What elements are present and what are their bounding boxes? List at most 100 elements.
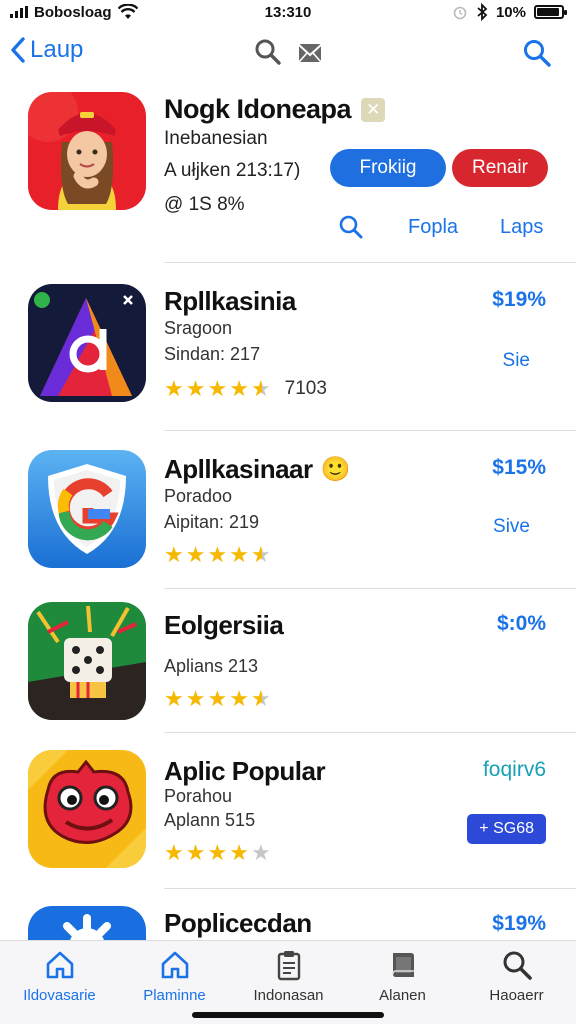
star-icon: ★: [229, 686, 249, 711]
battery-icon: [534, 5, 567, 19]
rating-stars: ★ ★ ★ ★ ★: [164, 544, 271, 566]
featured-meta: A ułjken 213:17): [164, 160, 301, 181]
app-title: Apllkasinaar 🙂: [164, 454, 351, 485]
mail-icon[interactable]: [298, 42, 322, 64]
home-indicator[interactable]: [192, 1012, 384, 1018]
rating-count: 7103: [284, 378, 327, 399]
book-icon: [391, 953, 414, 977]
divider: [164, 430, 576, 431]
tab-label: Haoaerr: [489, 987, 544, 1004]
tab-plaminne[interactable]: Plaminne: [117, 949, 232, 1004]
app-action[interactable]: Sie: [503, 350, 530, 372]
app-title-text: Eolgersiia: [164, 610, 284, 640]
star-icon: ★: [250, 542, 271, 567]
app-developer: Poradoo: [164, 486, 233, 506]
app-price[interactable]: $15%: [492, 456, 546, 480]
list-item[interactable]: Aplic Popular Porahou Aplann 515 ★ ★ ★ ★ ★ f…: [0, 748, 576, 898]
app-title-text: Apllkasinaar: [164, 454, 313, 484]
search-icon[interactable]: [338, 214, 364, 240]
app-developer: Sragoon: [164, 318, 233, 338]
search-icon[interactable]: [254, 38, 282, 66]
blue-gear-icon: [28, 906, 146, 940]
star-icon: ★: [207, 686, 228, 711]
back-button[interactable]: Laup: [10, 36, 83, 64]
star-icon: ★: [229, 840, 249, 865]
tab-label: Ildovasarie: [23, 987, 96, 1004]
star-icon: ★: [207, 376, 228, 401]
star-icon: ★: [229, 376, 249, 401]
back-label: Laup: [30, 36, 84, 63]
alarm-icon: [453, 6, 467, 20]
star-icon: ★: [164, 542, 184, 567]
d-logo-icon: [28, 284, 146, 402]
star-icon: ★: [250, 840, 271, 865]
star-icon: ★: [164, 840, 184, 865]
star-icon: ★: [164, 686, 184, 711]
tab-ildovasarie[interactable]: Ildovasarie: [2, 949, 117, 1004]
tab-indonasan[interactable]: Indonasan: [231, 949, 346, 1004]
wifi-icon: [117, 4, 138, 19]
app-title: Rpllkasinia: [164, 286, 296, 317]
girl-avatar-icon[interactable]: [28, 92, 146, 210]
dice-game-icon: [28, 602, 146, 720]
red-monster-icon: [28, 750, 146, 868]
link-fopla[interactable]: Fopla: [408, 216, 458, 239]
list-item[interactable]: Poplicecdan $19%: [0, 900, 576, 940]
clipboard-icon: [277, 951, 300, 981]
nav-bar: Laup: [0, 30, 576, 76]
status-bar: Bobosloag 13:310 10%: [0, 0, 576, 24]
app-title-text: Aplic Popular: [164, 756, 326, 786]
app-title-text: Poplicecdan: [164, 908, 312, 938]
app-title: Eolgersiia: [164, 610, 284, 641]
star-icon: ★: [164, 376, 184, 401]
featured-title: Nogk Idoneapa: [164, 94, 352, 124]
close-icon[interactable]: ✕: [361, 97, 386, 122]
divider: [164, 588, 576, 589]
app-title-text: Rpllkasinia: [164, 286, 296, 316]
primary-button[interactable]: Frokiig: [330, 149, 446, 187]
featured-app: Nogk Idoneapa ✕ Inebanesian A ułjken 213…: [0, 90, 576, 262]
divider: [164, 732, 576, 733]
home-icon: [161, 951, 188, 979]
app-title: Aplic Popular: [164, 756, 326, 787]
chevron-left-icon: [11, 37, 25, 63]
shield-g-icon: [28, 450, 146, 568]
search-icon[interactable]: [522, 38, 552, 68]
featured-subtitle: Inebanesian: [164, 128, 268, 149]
star-icon: ★: [185, 376, 206, 401]
featured-title-row: Nogk Idoneapa ✕: [164, 94, 386, 125]
link-laps[interactable]: Laps: [500, 216, 543, 239]
app-meta: Aplann 515: [164, 810, 256, 830]
status-right: 10%: [452, 3, 567, 21]
secondary-button[interactable]: Renair: [452, 149, 548, 187]
tab-label: Indonasan: [253, 987, 324, 1004]
app-price[interactable]: $19%: [492, 288, 546, 312]
status-left: Bobosloag: [10, 4, 138, 21]
tab-label: Plaminne: [143, 987, 206, 1004]
star-icon: ★: [207, 542, 228, 567]
star-icon: ★: [229, 542, 249, 567]
divider: [164, 888, 576, 889]
divider: [164, 262, 576, 263]
home-icon: [46, 951, 73, 979]
rating-stars: ★ ★ ★ ★ ★: [164, 688, 271, 710]
list-item[interactable]: Rpllkasinia Sragoon Sindan: 217 ★ ★ ★ ★ ★ 71…: [0, 278, 576, 428]
list-item[interactable]: Apllkasinaar 🙂 Poradoo Aipitan: 219 ★ ★ ★ ★…: [0, 446, 576, 596]
star-icon: ★: [250, 686, 271, 711]
app-price[interactable]: $:0%: [497, 612, 546, 636]
star-icon: ★: [185, 542, 206, 567]
app-title: Poplicecdan: [164, 908, 312, 939]
featured-stat: @ 1S 8%: [164, 194, 245, 215]
app-price: foqirv6: [482, 758, 546, 781]
tab-label: Alanen: [379, 987, 426, 1004]
star-icon: ★: [207, 840, 228, 865]
search-icon: [503, 951, 532, 980]
app-price[interactable]: $19%: [492, 912, 546, 936]
app-action[interactable]: Sive: [493, 516, 530, 538]
tab-haoaerr[interactable]: Haoaerr: [459, 949, 574, 1004]
app-meta: Aplians 213: [164, 656, 259, 676]
star-icon: ★: [250, 376, 271, 401]
price-pill-button[interactable]: + SG68: [467, 814, 546, 844]
list-item[interactable]: Eolgersiia Aplians 213 ★ ★ ★ ★ ★ $:0%: [0, 602, 576, 752]
tab-alanen[interactable]: Alanen: [345, 949, 460, 1004]
